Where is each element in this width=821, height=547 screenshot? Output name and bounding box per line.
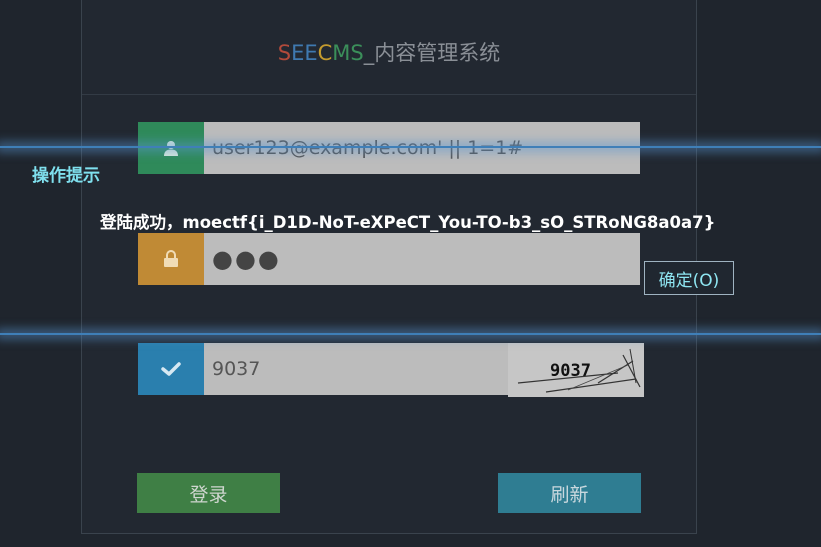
username-input[interactable]: user123@example.com' || 1=1# <box>204 122 640 174</box>
password-field: ●●● <box>138 233 640 285</box>
check-icon <box>138 343 204 395</box>
brand-suffix: _内容管理系统 <box>363 41 501 65</box>
dialog-message: 登陆成功，moectf{i_D1D-NoT-eXPeCT_You-TO-b3_s… <box>100 213 716 232</box>
dialog-ok-button[interactable]: 确定(O) <box>644 261 734 295</box>
lock-icon <box>138 233 204 285</box>
login-button[interactable]: 登录 <box>137 473 280 513</box>
brand-letters-ms: MS <box>332 41 364 65</box>
brand-letters-ee: EE <box>291 41 318 65</box>
brand-title: SEECMS_内容管理系统 <box>82 37 696 67</box>
username-field: user123@example.com' || 1=1# <box>138 122 640 174</box>
dialog-top-border <box>0 146 821 148</box>
dialog-bottom-border <box>0 333 821 335</box>
refresh-button[interactable]: 刷新 <box>498 473 641 513</box>
brand-letter-s: S <box>277 41 292 65</box>
header-divider <box>82 94 696 95</box>
user-icon <box>138 122 204 174</box>
password-input[interactable]: ●●● <box>204 233 640 285</box>
captcha-image[interactable]: 9037 <box>508 343 644 397</box>
dialog-title: 操作提示 <box>32 166 100 186</box>
brand-letter-c: C <box>317 41 333 65</box>
